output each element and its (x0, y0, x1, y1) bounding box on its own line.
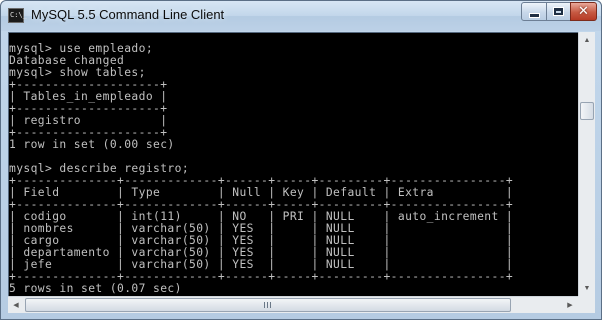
arrow-right-icon: ▶ (567, 302, 573, 309)
console-line: 1 row in set (0.00 sec) (9, 138, 175, 151)
arrow-left-icon: ◀ (13, 302, 19, 309)
horizontal-scroll-thumb[interactable] (25, 298, 511, 312)
scroll-up-button[interactable]: ▲ (579, 32, 595, 48)
console-icon[interactable]: C:\_ (8, 8, 27, 23)
window-title: MySQL 5.5 Command Line Client (31, 7, 225, 22)
vertical-scroll-thumb[interactable] (580, 102, 594, 120)
scroll-right-button[interactable]: ▶ (562, 297, 578, 313)
mysql-client-window: C:\_ MySQL 5.5 Command Line Client ✕ mys… (0, 0, 602, 320)
scrollbar-corner (578, 296, 595, 313)
horizontal-scrollbar[interactable]: ◀ ▶ (8, 296, 578, 313)
maximize-icon (553, 7, 564, 16)
grip-icon (263, 302, 273, 308)
console-output[interactable]: mysql> use empleado; Database changed my… (8, 32, 578, 296)
scroll-down-button[interactable]: ▼ (579, 280, 595, 296)
vertical-scrollbar[interactable]: ▲ ▼ (578, 32, 595, 296)
console-text[interactable]: mysql> use empleado; Database changed my… (9, 33, 578, 295)
console-line: 5 rows in set (0.07 sec) (9, 282, 182, 295)
close-button[interactable]: ✕ (570, 2, 597, 21)
maximize-button[interactable] (546, 2, 571, 21)
close-icon: ✕ (578, 4, 589, 19)
minimize-icon (528, 12, 540, 18)
arrow-down-icon: ▼ (583, 284, 591, 292)
minimize-button[interactable] (521, 2, 547, 21)
scroll-left-button[interactable]: ◀ (8, 297, 24, 313)
arrow-up-icon: ▲ (583, 36, 591, 44)
title-bar[interactable]: C:\_ MySQL 5.5 Command Line Client ✕ (1, 1, 601, 31)
